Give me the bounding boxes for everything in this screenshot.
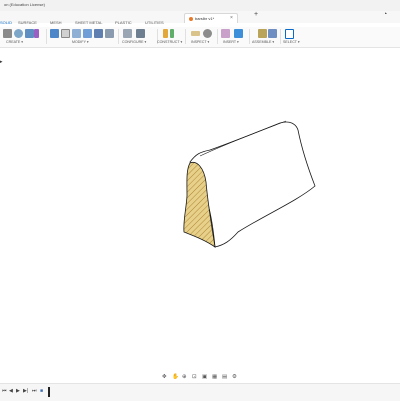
pan-icon[interactable]: ✋ [172, 374, 179, 380]
workspace-tabs: SOLID SURFACE MESH SHEET METAL PLASTIC U… [0, 20, 400, 27]
create-label: CREATE [6, 40, 21, 44]
inspect-menu[interactable]: INSPECT ▾ [191, 40, 209, 44]
tab-utilities[interactable]: UTILITIES [145, 20, 164, 25]
window-title: on (Education License) [4, 2, 45, 7]
grid-icon[interactable]: ▦ [212, 374, 217, 380]
configure-label: CONFIGURE [122, 40, 144, 44]
settings-icon[interactable]: ⚙ [232, 374, 237, 380]
previous-icon[interactable]: ◀ [9, 388, 13, 394]
sketch-icon[interactable] [14, 29, 23, 38]
form-icon[interactable] [34, 29, 39, 38]
axis-icon[interactable] [170, 29, 174, 38]
as-built-joint-icon[interactable] [268, 29, 277, 38]
play-icon[interactable]: ▶ [16, 388, 20, 394]
select-menu[interactable]: SELECT ▾ [283, 40, 300, 44]
tab-plastic[interactable]: PLASTIC [115, 20, 132, 25]
inspect-label: INSPECT [191, 40, 207, 44]
toolbar-separator [217, 29, 218, 44]
shell-icon[interactable] [83, 29, 92, 38]
tab-surface[interactable]: SURFACE [18, 20, 37, 25]
new-joint-icon[interactable] [258, 29, 267, 38]
select-icon[interactable] [285, 29, 294, 39]
tab-solid[interactable]: SOLID [0, 20, 12, 25]
first-icon[interactable]: ⏮ [2, 388, 7, 394]
feature-icon[interactable]: ■ [40, 388, 43, 394]
fit-icon[interactable]: ⊡ [192, 374, 197, 380]
assemble-menu[interactable]: ASSEMBLE ▾ [252, 40, 274, 44]
orbit-icon[interactable]: ✥ [162, 374, 167, 380]
zoom-icon[interactable]: ⊕ [182, 374, 187, 380]
construct-menu[interactable]: CONSTRUCT ▾ [157, 40, 182, 44]
insert-menu[interactable]: INSERT ▾ [223, 40, 239, 44]
select-label: SELECT [283, 40, 297, 44]
measure-icon[interactable] [191, 31, 200, 36]
display-icon[interactable]: ▣ [202, 374, 207, 380]
toolbar-separator [249, 29, 250, 44]
press-pull-icon[interactable] [50, 29, 59, 38]
assemble-label: ASSEMBLE [252, 40, 272, 44]
combine-icon[interactable] [94, 29, 103, 38]
toolbar-separator [118, 29, 119, 44]
last-icon[interactable]: ⏭ [32, 388, 37, 394]
chamfer-icon[interactable] [72, 29, 81, 38]
account-icon[interactable]: ◔ [383, 11, 387, 19]
new-component-icon[interactable] [3, 29, 12, 38]
timeline: ⏮ ◀ ▶ ▶| ⏭ ■ [0, 383, 400, 401]
create-menu[interactable]: CREATE ▾ [6, 40, 23, 44]
insert-image-icon[interactable] [234, 29, 243, 38]
navigation-bar: ✥ ✋ ⊕ ⊡ ▣ ▦ ▤ ⚙ [160, 373, 242, 381]
tab-sheet-metal[interactable]: SHEET METAL [75, 20, 102, 25]
configure-table-icon[interactable] [123, 29, 132, 38]
modify-label: MODIFY [72, 40, 86, 44]
tab-mesh[interactable]: MESH [50, 20, 62, 25]
configure-rule-icon[interactable] [136, 29, 145, 38]
insert-derive-icon[interactable] [221, 29, 230, 38]
modify-menu[interactable]: MODIFY ▾ [72, 40, 89, 44]
toolbar-separator [185, 29, 186, 44]
model-body[interactable] [183, 120, 316, 248]
model-canvas[interactable] [0, 48, 400, 370]
toolbar: CREATE ▾ MODIFY ▾ CONFIGURE ▾ CONSTRUCT … [0, 27, 400, 48]
interference-icon[interactable] [203, 29, 212, 38]
plane-icon[interactable] [163, 29, 168, 38]
extrude-icon[interactable] [25, 29, 34, 38]
construct-label: CONSTRUCT [157, 40, 180, 44]
toolbar-separator [46, 29, 47, 44]
viewports-icon[interactable]: ▤ [222, 374, 227, 380]
timeline-marker-icon[interactable] [48, 387, 50, 397]
new-tab-icon[interactable]: + [254, 11, 258, 19]
configure-menu[interactable]: CONFIGURE ▾ [122, 40, 146, 44]
insert-label: INSERT [223, 40, 237, 44]
move-icon[interactable] [105, 29, 114, 38]
fillet-icon[interactable] [61, 29, 70, 38]
next-icon[interactable]: ▶| [23, 388, 28, 394]
toolbar-separator [280, 29, 281, 44]
